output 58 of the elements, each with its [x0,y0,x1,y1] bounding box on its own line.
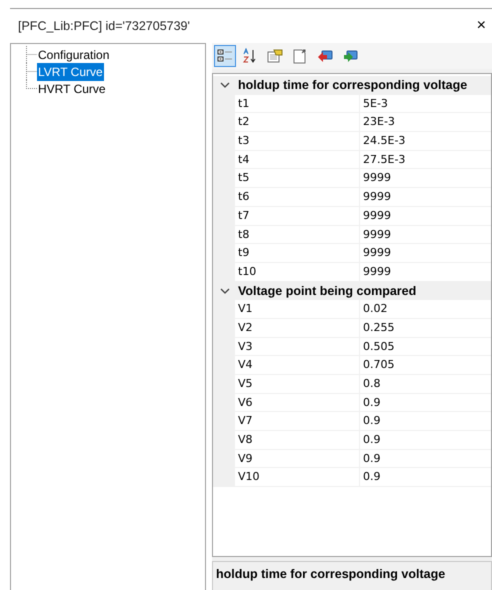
property-value[interactable]: 0.8 [360,375,491,394]
property-name[interactable]: t7 [235,206,360,226]
document-icon [292,48,308,64]
property-value[interactable]: 0.9 [360,450,491,468]
property-name[interactable]: t9 [235,244,360,263]
property-name[interactable]: V8 [235,431,360,450]
property-value[interactable]: 5E-3 [360,94,491,114]
property-name[interactable]: V6 [235,394,360,412]
property-value[interactable]: 9999 [360,169,491,188]
property-name[interactable]: V9 [235,450,360,468]
property-value[interactable]: 9999 [360,188,491,207]
window-title: [PFC_Lib:PFC] id='732705739' [18,18,190,35]
property-name[interactable]: V2 [235,318,360,338]
property-name[interactable]: t10 [235,262,360,282]
categorized-icon [217,48,233,64]
property-name[interactable]: V7 [235,412,360,432]
category-header: holdup time for corresponding voltage [238,76,468,94]
property-value[interactable]: 9999 [360,262,491,282]
property-name[interactable]: V1 [235,300,360,319]
chevron-icon[interactable] [220,81,230,90]
property-value[interactable]: 23E-3 [360,113,491,132]
property-name[interactable]: t2 [235,113,360,132]
close-button[interactable]: × [472,18,490,34]
tree-item[interactable]: Configuration [37,46,110,64]
property-name[interactable]: V4 [235,356,360,375]
property-name[interactable]: V5 [235,375,360,394]
forward-arrow-icon [342,48,358,64]
property-name[interactable]: t1 [235,94,360,114]
property-value[interactable]: 27.5E-3 [360,150,491,170]
tree-item[interactable]: LVRT Curve [37,62,104,80]
property-name[interactable]: V10 [235,468,360,488]
property-value[interactable]: 0.02 [360,300,491,319]
property-pages-icon [267,48,283,64]
property-name[interactable]: t6 [235,188,360,207]
property-value[interactable]: 0.9 [360,412,491,432]
property-value[interactable]: 0.9 [360,431,491,450]
property-value[interactable]: 9999 [360,206,491,226]
property-value[interactable]: 0.9 [360,468,491,488]
property-value[interactable]: 0.705 [360,356,491,375]
property-value[interactable]: 0.255 [360,318,491,338]
category-header: Voltage point being compared [238,282,416,300]
property-value[interactable]: 9999 [360,226,491,244]
property-name[interactable]: t8 [235,226,360,244]
toolbar-button[interactable] [214,45,236,67]
property-value[interactable]: 9999 [360,244,491,263]
property-name[interactable]: t3 [235,132,360,151]
property-value[interactable]: 0.9 [360,394,491,412]
back-arrow-icon [317,48,333,64]
property-name[interactable]: t4 [235,150,360,170]
chevron-icon[interactable] [220,286,230,295]
property-value[interactable]: 0.505 [360,338,491,356]
property-name[interactable]: t5 [235,169,360,188]
property-value[interactable]: 24.5E-3 [360,132,491,151]
description-title: holdup time for corresponding voltage [216,567,446,581]
sort-icon [242,48,258,64]
property-name[interactable]: V3 [235,338,360,356]
tree-item[interactable]: HVRT Curve [37,80,107,98]
tree-connector-icon [25,46,37,63]
